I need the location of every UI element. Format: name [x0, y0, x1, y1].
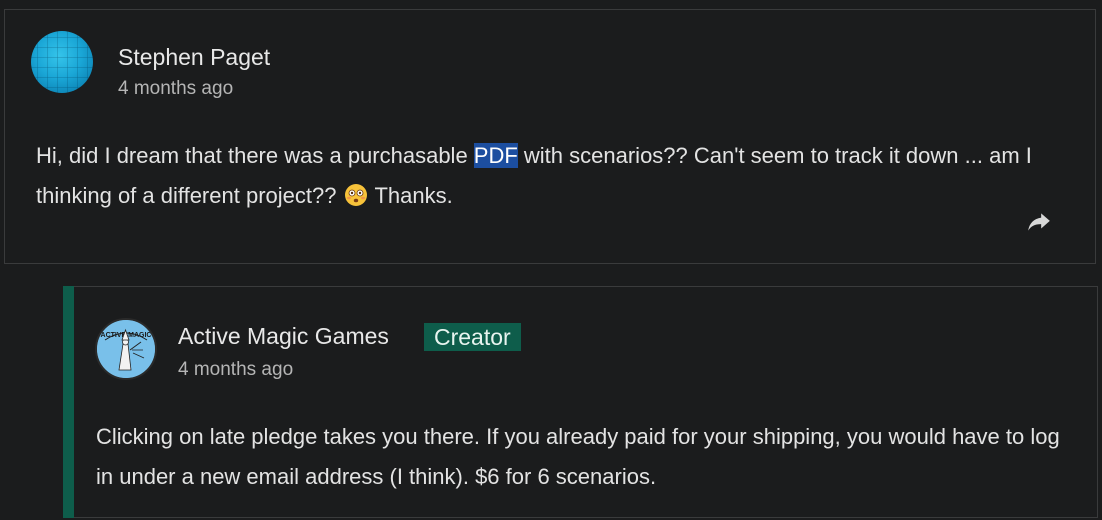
comment-author[interactable]: Stephen Paget: [118, 44, 270, 71]
creator-badge: Creator: [424, 323, 521, 351]
reply-author[interactable]: Active Magic Games: [178, 323, 389, 350]
creator-avatar[interactable]: ACTIVE MAGIC: [95, 318, 157, 380]
comment-timestamp[interactable]: 4 months ago: [118, 78, 233, 100]
comment-text-end: Thanks.: [374, 183, 453, 208]
comment-text-before: Hi, did I dream that there was a purchas…: [36, 143, 474, 168]
avatar[interactable]: [31, 31, 93, 93]
comments-thread: Stephen Paget 4 months ago Hi, did I dre…: [0, 0, 1102, 520]
flushed-face-emoji-icon: [345, 184, 368, 206]
comment-body: Hi, did I dream that there was a purchas…: [36, 136, 1036, 216]
reply-timestamp[interactable]: 4 months ago: [178, 359, 293, 381]
highlighted-text: PDF: [473, 143, 518, 168]
reply-accent-bar: [63, 286, 74, 518]
active-magic-logo-icon: ACTIVE MAGIC: [97, 320, 155, 378]
reply-body: Clicking on late pledge takes you there.…: [96, 424, 1060, 489]
share-arrow-icon[interactable]: [1026, 209, 1052, 235]
